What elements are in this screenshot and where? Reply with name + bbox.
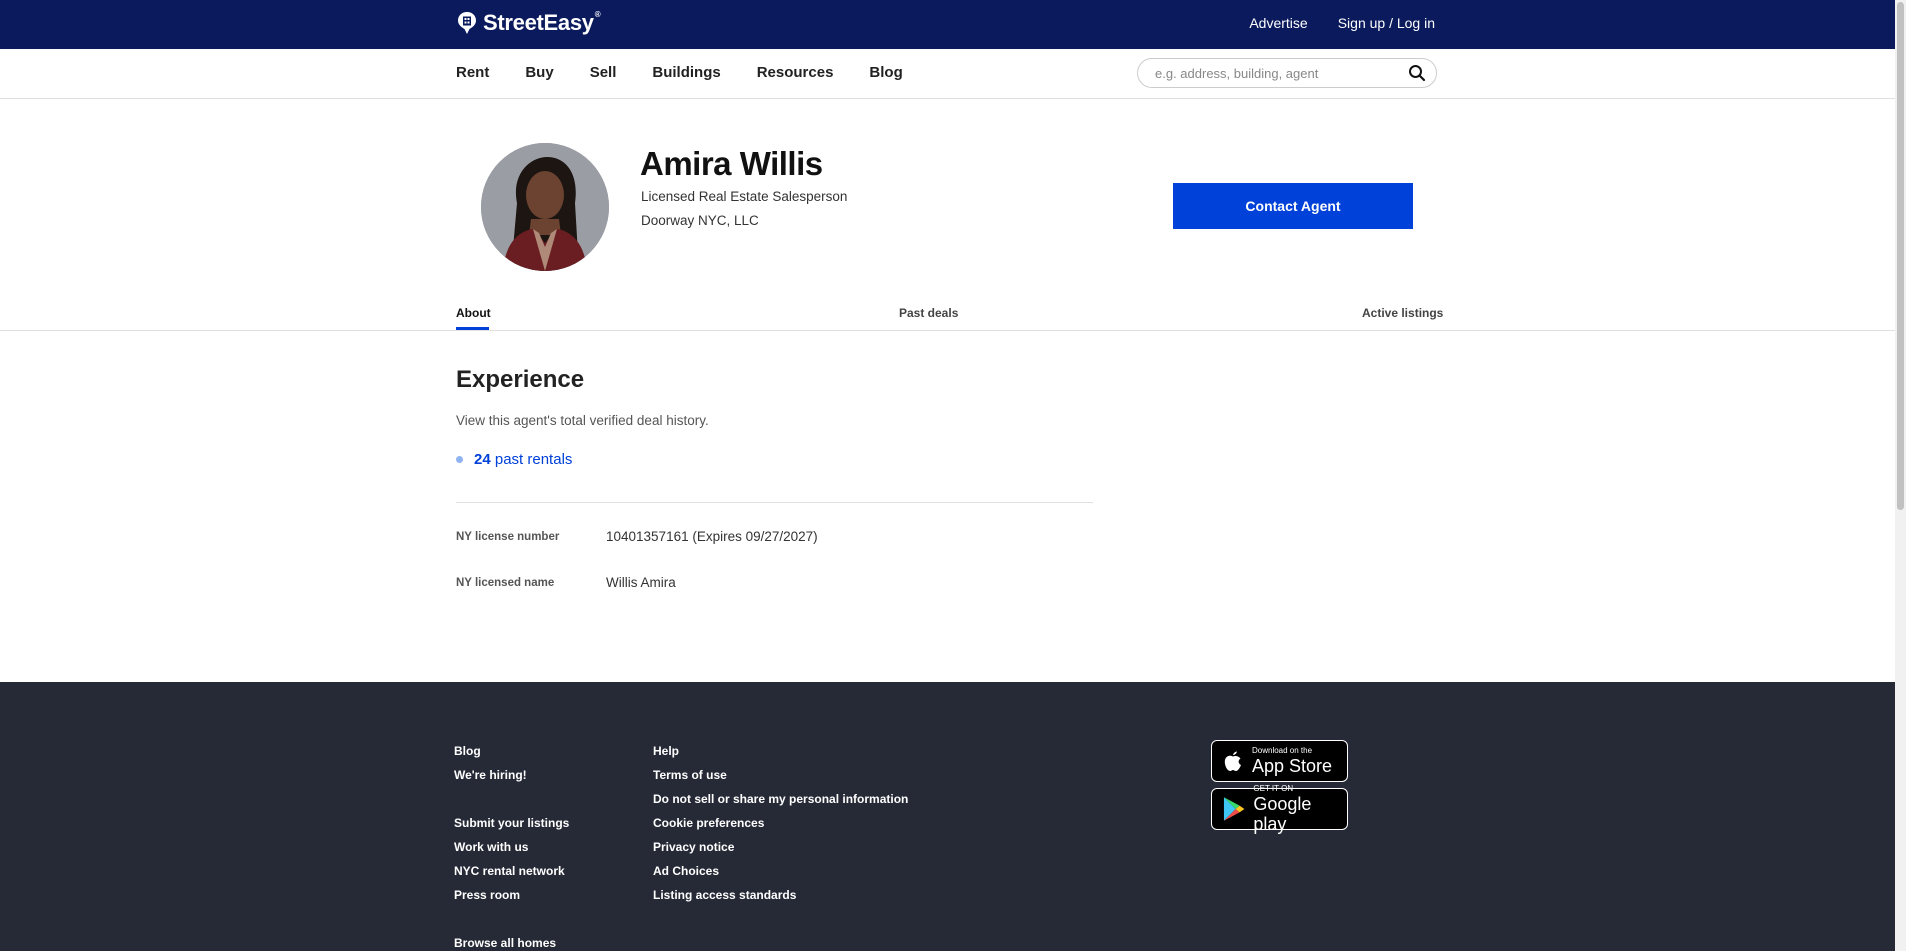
scrollbar-thumb[interactable] [1897, 2, 1904, 510]
footer-link-do-not-sell[interactable]: Do not sell or share my personal informa… [653, 792, 908, 816]
search-box [1137, 58, 1437, 88]
google-play-badge[interactable]: GET IT ON Google play [1211, 784, 1348, 834]
agent-title: Licensed Real Estate Salesperson [641, 189, 848, 204]
agent-avatar [481, 143, 609, 271]
past-rentals-item: 24 past rentals [456, 451, 572, 468]
advertise-link[interactable]: Advertise [1249, 15, 1307, 31]
search-input[interactable] [1155, 65, 1408, 81]
profile-tabs: About Past deals Active listings [0, 299, 1895, 331]
section-divider [456, 502, 1093, 503]
footer-link-work-with-us[interactable]: Work with us [454, 840, 569, 864]
search-icon[interactable] [1408, 64, 1426, 82]
past-rentals-link[interactable]: 24 past rentals [474, 451, 572, 468]
tab-active-listings[interactable]: Active listings [1362, 306, 1443, 320]
footer-link-blog[interactable]: Blog [454, 744, 569, 768]
footer-link-privacy-notice[interactable]: Privacy notice [653, 840, 908, 864]
footer-link-help[interactable]: Help [653, 744, 908, 768]
footer-link-hiring[interactable]: We're hiring! [454, 768, 569, 792]
top-header: StreetEasy® Advertise Sign up / Log in [0, 0, 1895, 49]
footer-link-cookie-preferences[interactable]: Cookie preferences [653, 816, 908, 840]
apple-icon [1224, 751, 1241, 771]
footer-column-1: Blog We're hiring! Submit your listings … [454, 744, 569, 951]
nav-item-buildings[interactable]: Buildings [652, 64, 720, 81]
active-tab-indicator [456, 327, 489, 330]
agent-profile-header: Amira Willis Licensed Real Estate Salesp… [0, 99, 1895, 329]
contact-agent-button[interactable]: Contact Agent [1173, 183, 1413, 229]
footer-link-listing-standards[interactable]: Listing access standards [653, 888, 908, 912]
app-store-text: Download on the App Store [1252, 746, 1333, 776]
footer-link-browse-homes[interactable]: Browse all homes [454, 936, 569, 951]
license-number-label: NY license number [456, 531, 560, 543]
google-play-icon [1223, 797, 1245, 821]
agent-name: Amira Willis [640, 145, 823, 182]
experience-heading: Experience [456, 366, 585, 393]
nav-item-resources[interactable]: Resources [757, 64, 834, 81]
footer-link-ad-choices[interactable]: Ad Choices [653, 864, 908, 888]
license-number-value: 10401357161 (Expires 09/27/2027) [606, 529, 818, 544]
streeteasy-logo[interactable]: StreetEasy® [457, 10, 601, 36]
footer-link-terms[interactable]: Terms of use [653, 768, 908, 792]
bullet-icon [456, 456, 463, 463]
footer-link-submit-listings[interactable]: Submit your listings [454, 816, 569, 840]
nav-item-sell[interactable]: Sell [590, 64, 617, 81]
footer-link-press-room[interactable]: Press room [454, 888, 569, 912]
logo-pin-icon [458, 12, 476, 34]
nav-item-rent[interactable]: Rent [456, 64, 489, 81]
licensed-name-value: Willis Amira [606, 575, 676, 590]
signup-login-link[interactable]: Sign up / Log in [1338, 15, 1435, 31]
agent-company: Doorway NYC, LLC [641, 213, 759, 228]
app-store-badge[interactable]: Download on the App Store [1211, 740, 1348, 782]
agent-photo [481, 143, 609, 271]
footer-column-2: Help Terms of use Do not sell or share m… [653, 744, 908, 912]
experience-subtext: View this agent's total verified deal hi… [456, 413, 709, 428]
google-play-text: GET IT ON Google play [1253, 784, 1312, 834]
nav-item-buy[interactable]: Buy [525, 64, 553, 81]
tab-about[interactable]: About [456, 306, 491, 320]
main-nav: Rent Buy Sell Buildings Resources Blog [0, 49, 1895, 99]
site-footer: Blog We're hiring! Submit your listings … [0, 682, 1895, 951]
logo-text: StreetEasy® [483, 10, 601, 35]
license-number-row: NY license number 10401357161 (Expires 0… [456, 529, 818, 544]
tab-past-deals[interactable]: Past deals [899, 306, 958, 320]
nav-item-blog[interactable]: Blog [869, 64, 902, 81]
licensed-name-row: NY licensed name Willis Amira [456, 575, 676, 590]
footer-link-rental-network[interactable]: NYC rental network [454, 864, 569, 888]
licensed-name-label: NY licensed name [456, 577, 555, 589]
